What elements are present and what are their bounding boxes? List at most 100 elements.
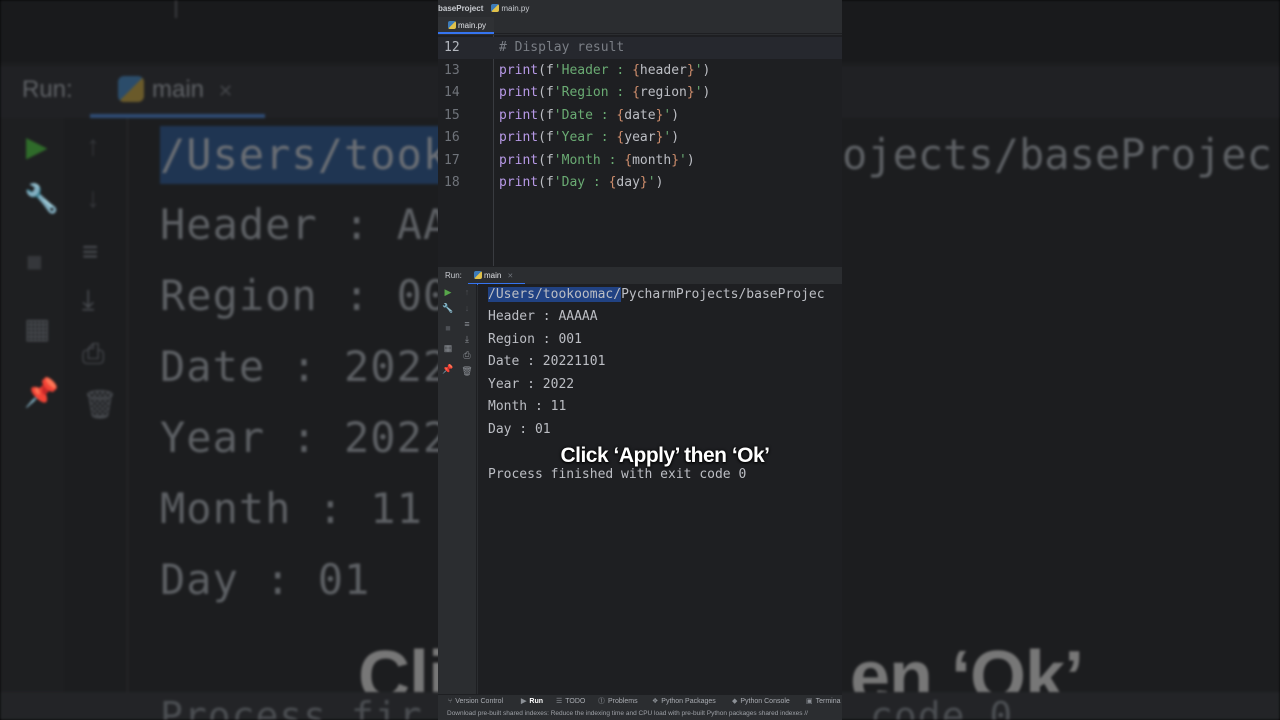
status-bar-message[interactable]: Download pre-built shared indexes: Reduc… [438,708,842,720]
arrow-up-icon[interactable]: ↑ [459,287,475,297]
bg-print-icon: ⎙ [82,338,105,369]
tab-main-py[interactable]: main.py [438,17,495,34]
line-number: 18 [444,175,460,190]
code-token: ) [671,130,680,145]
tab-todo[interactable]: ☰ TODO [556,695,585,708]
path-rest: PycharmProjects/baseProjec [621,287,825,302]
scroll-end-icon[interactable]: ⤓ [459,334,475,345]
code-token: 'Header : [553,62,633,78]
code-text: print(f'Day : {day}') [499,172,663,194]
line-number: 17 [444,152,460,168]
line-number: 15 [444,107,460,123]
code-token: ) [702,85,711,100]
code-line[interactable]: 18 print(f'Day : {day}') [438,172,842,194]
python-file-icon [474,271,482,279]
code-token: (f [538,62,554,78]
code-token: year [624,130,656,145]
code-token: { [624,152,633,168]
code-token: ) [655,175,664,190]
code-token: print [499,85,539,100]
console-path-line: /Users/tookoomac/PycharmProjects/basePro… [488,284,825,306]
run-tool-window-header: Run: main ✕ [438,266,842,285]
console-line: Year : 2022 [488,377,575,392]
layout-icon[interactable]: ▦ [440,343,456,354]
video-caption: Click ‘Apply’ then ‘Ok’ [560,444,770,467]
code-line[interactable]: 17 print(f'Month : {month}') [438,150,842,172]
breadcrumb-project[interactable]: baseProject [438,4,483,13]
line-number: 12 [444,40,460,55]
code-token: header [639,62,687,78]
code-token: (f [538,152,554,168]
code-text: print(f'Region : {region}') [499,82,710,104]
bg-arrow-up-icon: ↑ [86,130,100,161]
bg-scroll-end-icon: ⤓ [82,284,95,315]
code-token: date [624,107,656,123]
code-text: print(f'Month : {month}') [499,150,695,172]
code-token: ) [671,107,680,123]
code-line[interactable]: 16 print(f'Year : {year}') [438,127,842,149]
tab-python-packages[interactable]: ❖ Python Packages [652,695,716,708]
code-line[interactable]: 15 print(f'Date : {date}') [438,105,842,127]
code-line[interactable]: 13 print(f'Header : {header}') [438,60,842,82]
code-text: print(f'Header : {header}') [499,60,710,82]
run-tab-main[interactable]: main ✕ [468,267,526,285]
run-toolbar-primary: ▶ 🔧 ■ ▦ 📌 [438,284,458,694]
bg-run-label: Run: [22,76,73,103]
package-icon: ❖ [652,698,659,705]
code-token: print [499,152,539,168]
bg-line-5: Month : 11 [160,484,423,533]
print-icon[interactable]: ⎙ [459,350,475,361]
bg-run-icon: ▶ [26,131,48,162]
bg-process-right: code 0 [870,694,1014,720]
tab-label: main.py [458,21,487,30]
pin-icon[interactable]: 📌 [440,364,456,375]
code-text: print(f'Year : {year}') [499,127,679,149]
code-token: # Display result [499,40,625,55]
close-icon: ✕ [218,81,234,101]
console-line: Month : 11 [488,399,567,414]
bg-path-right: ojects/baseProjec [842,130,1272,179]
tab-python-console[interactable]: ◆ Python Console [732,695,790,708]
wrench-icon[interactable]: 🔧 [440,303,456,314]
code-token: (f [538,107,554,123]
bg-process-left: Process fir [160,694,423,720]
run-icon: ▶ [521,698,527,705]
soft-wrap-icon[interactable]: ≡ [459,319,475,329]
bottom-tool-tabs: ⑂ Version Control ▶ Run ☰ TODO ⓵ Problems ❖ P… [438,694,842,708]
tab-problems[interactable]: ⓵ Problems [598,695,638,708]
code-token: ' [647,175,656,190]
breadcrumb: baseProject main.py [438,0,842,17]
code-token: 'Date : [553,107,617,123]
bg-line-6: Day : 01 [160,555,371,604]
code-token: region [639,85,687,100]
console-line: Header : AAAAA [488,309,598,324]
run-label: Run: [445,271,462,280]
code-line[interactable]: 14 print(f'Region : {region}') [438,82,842,104]
run-toolbar-secondary: ↑ ↓ ≡ ⤓ ⎙ 🗑 [458,284,477,694]
run-tab-label: main [484,271,502,280]
console-line: Day : 01 [488,422,551,437]
run-console[interactable]: /Users/tookoomac/PycharmProjects/basePro… [478,284,842,694]
console-line: Region : 001 [488,332,582,347]
run-icon[interactable]: ▶ [440,287,456,298]
ide-window: baseProject main.py main.py 12 # Display r… [438,0,842,720]
code-editor[interactable]: 12 # Display result 13 print(f'Header : {he… [438,35,842,266]
code-token: ' [679,152,687,168]
close-icon[interactable]: ✕ [507,273,513,280]
tab-run[interactable]: ▶ Run [521,695,543,708]
python-file-icon [448,21,456,29]
line-number: 14 [444,85,460,100]
tab-version-control[interactable]: ⑂ Version Control [448,695,503,708]
line-number: 16 [444,130,460,145]
code-line[interactable]: 12 # Display result [438,37,842,59]
code-token: (f [538,130,554,145]
trash-icon[interactable]: 🗑 [459,366,475,377]
code-token: { [632,62,640,78]
tab-terminal[interactable]: ▣ Termina [806,695,841,708]
breadcrumb-file[interactable]: main.py [501,4,529,13]
arrow-down-icon[interactable]: ↓ [459,303,475,313]
code-token: { [632,85,640,100]
code-text: print(f'Date : {date}') [499,105,679,127]
code-token: print [499,130,539,145]
stop-icon[interactable]: ■ [440,323,456,333]
